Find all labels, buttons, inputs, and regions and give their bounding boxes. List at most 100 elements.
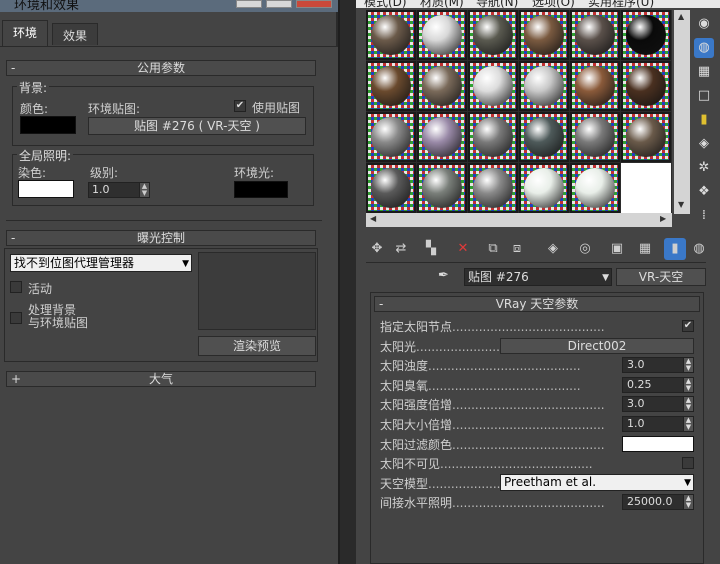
- atmosphere-rollout-header[interactable]: + 大气: [6, 371, 316, 387]
- select-by-material-icon[interactable]: ❖: [694, 182, 714, 202]
- spinner-arrows-icon[interactable]: ▲ ▼: [683, 377, 693, 392]
- material-navigator-icon[interactable]: ⁞: [694, 206, 714, 226]
- video-color-check-icon[interactable]: ▮: [694, 110, 714, 130]
- material-slot[interactable]: [366, 10, 416, 60]
- param-spinner[interactable]: 25000.0 ▲ ▼: [622, 494, 694, 511]
- material-slot[interactable]: [366, 61, 416, 111]
- go-forward-sibling-icon[interactable]: ◍: [688, 238, 710, 260]
- exposure-rollout-header[interactable]: - 曝光控制: [6, 230, 316, 246]
- material-slot[interactable]: [417, 61, 467, 111]
- param-checkbox[interactable]: ✔: [682, 320, 694, 332]
- material-slot[interactable]: [519, 163, 569, 213]
- scroll-left-icon[interactable]: ◀: [370, 214, 376, 223]
- menu-options[interactable]: 选项(O): [532, 0, 575, 8]
- tint-color-swatch[interactable]: [18, 180, 74, 198]
- material-slot[interactable]: [468, 10, 518, 60]
- material-slot[interactable]: [468, 61, 518, 111]
- put-to-scene-icon[interactable]: ⇄: [390, 238, 412, 260]
- get-material-icon[interactable]: ✥: [366, 238, 388, 260]
- common-params-rollout-header[interactable]: - 公用参数: [6, 60, 316, 76]
- material-slot[interactable]: [570, 112, 620, 162]
- material-slot[interactable]: [366, 112, 416, 162]
- menu-utilities[interactable]: 实用程序(U): [588, 0, 654, 8]
- material-slot[interactable]: [366, 163, 416, 213]
- leader-dots: ........................................: [452, 496, 605, 511]
- material-slot[interactable]: [621, 112, 671, 162]
- tab-effects[interactable]: 效果: [52, 23, 99, 45]
- param-spinner[interactable]: 0.25 ▲ ▼: [622, 376, 694, 393]
- exposure-type-dropdown[interactable]: 找不到位图代理管理器 ▼: [10, 254, 192, 272]
- material-slot[interactable]: [570, 61, 620, 111]
- menu-material[interactable]: 材质(M): [420, 0, 464, 8]
- material-sphere: [371, 117, 411, 157]
- material-slot[interactable]: [417, 10, 467, 60]
- material-slot[interactable]: [468, 112, 518, 162]
- render-preview-button[interactable]: 渲染预览: [198, 336, 316, 356]
- use-map-checkbox[interactable]: ✔: [234, 100, 246, 112]
- material-sphere: [422, 66, 462, 106]
- spinner-arrows-icon[interactable]: ▲ ▼: [683, 495, 693, 510]
- uv-tiling-icon[interactable]: □: [694, 86, 714, 106]
- vray-sky-rollout-header[interactable]: - VRay 天空参数: [374, 296, 700, 312]
- pick-material-eyedropper-icon[interactable]: ✒: [438, 268, 460, 286]
- spinner-arrows-icon[interactable]: ▲ ▼: [139, 183, 149, 197]
- assign-to-selection-icon[interactable]: ▚: [420, 238, 442, 260]
- window-titlebar[interactable]: 环境和效果: [0, 0, 338, 13]
- spinner-arrows-icon[interactable]: ▲ ▼: [683, 397, 693, 412]
- param-spinner[interactable]: 3.0 ▲ ▼: [622, 357, 694, 374]
- make-unique-icon[interactable]: ⧈: [506, 238, 528, 260]
- sun-light-node-button[interactable]: Direct002: [500, 337, 694, 354]
- material-slot[interactable]: [570, 163, 620, 213]
- show-map-in-viewport-icon[interactable]: ▣: [606, 238, 628, 260]
- backlight-icon[interactable]: ◍: [694, 38, 714, 58]
- maximize-button[interactable]: [266, 0, 292, 8]
- copy-material-icon[interactable]: ⧉: [482, 238, 504, 260]
- level-spinner[interactable]: 1.0 ▲ ▼: [88, 182, 150, 198]
- ambient-color-swatch[interactable]: [234, 181, 288, 198]
- close-button[interactable]: [296, 0, 332, 8]
- material-slot[interactable]: [519, 10, 569, 60]
- options-icon[interactable]: ✲: [694, 158, 714, 178]
- tab-environment[interactable]: 环境: [2, 20, 49, 46]
- put-to-library-icon[interactable]: ◈: [542, 238, 564, 260]
- spinner-value: 3.0: [627, 397, 645, 411]
- env-map-label: 环境贴图:: [88, 102, 141, 116]
- material-slot[interactable]: [519, 112, 569, 162]
- environment-map-button[interactable]: 贴图 #276 ( VR-天空 ): [88, 117, 306, 135]
- process-background-checkbox[interactable]: [10, 312, 22, 324]
- material-slot[interactable]: [519, 61, 569, 111]
- map-name-field[interactable]: 贴图 #276 ▼: [464, 268, 612, 286]
- make-preview-icon[interactable]: ◈: [694, 134, 714, 154]
- slots-vertical-scrollbar[interactable]: ▲ ▼: [674, 10, 690, 214]
- spinner-arrows-icon[interactable]: ▲ ▼: [683, 358, 693, 373]
- material-slot[interactable]: [621, 10, 671, 60]
- sun-filter-color-swatch[interactable]: [622, 435, 694, 452]
- background-checker-icon[interactable]: ▦: [694, 62, 714, 82]
- sample-type-icon[interactable]: ◉: [694, 14, 714, 34]
- spinner-arrows-icon[interactable]: ▲ ▼: [683, 417, 693, 431]
- slots-horizontal-scrollbar[interactable]: ◀ ▶: [366, 213, 672, 227]
- material-slot[interactable]: [417, 163, 467, 213]
- background-color-swatch[interactable]: [20, 116, 76, 134]
- material-slot[interactable]: [621, 61, 671, 111]
- show-end-result-icon[interactable]: ▦: [634, 238, 656, 260]
- reset-map-icon[interactable]: ✕: [452, 238, 474, 260]
- param-spinner[interactable]: 3.0 ▲ ▼: [622, 396, 694, 413]
- menu-navigation[interactable]: 导航(N): [476, 0, 518, 8]
- material-id-channel-icon[interactable]: ◎: [574, 238, 596, 260]
- material-slot[interactable]: [417, 112, 467, 162]
- sky-model-dropdown[interactable]: Preetham et al. ▼: [500, 473, 694, 491]
- material-slot[interactable]: [468, 163, 518, 213]
- param-checkbox[interactable]: [682, 457, 694, 470]
- param-spinner[interactable]: 1.0 ▲ ▼: [622, 416, 694, 432]
- menu-mode[interactable]: 模式(D): [364, 0, 407, 8]
- active-checkbox[interactable]: [10, 281, 22, 293]
- material-slot[interactable]: [621, 163, 671, 213]
- map-type-button[interactable]: VR-天空: [616, 268, 706, 286]
- scroll-right-icon[interactable]: ▶: [660, 214, 666, 223]
- scroll-down-icon[interactable]: ▼: [678, 200, 684, 209]
- go-to-parent-icon[interactable]: ▮: [664, 238, 686, 260]
- scroll-up-icon[interactable]: ▲: [678, 12, 684, 21]
- material-slot[interactable]: [570, 10, 620, 60]
- minimize-button[interactable]: [236, 0, 262, 8]
